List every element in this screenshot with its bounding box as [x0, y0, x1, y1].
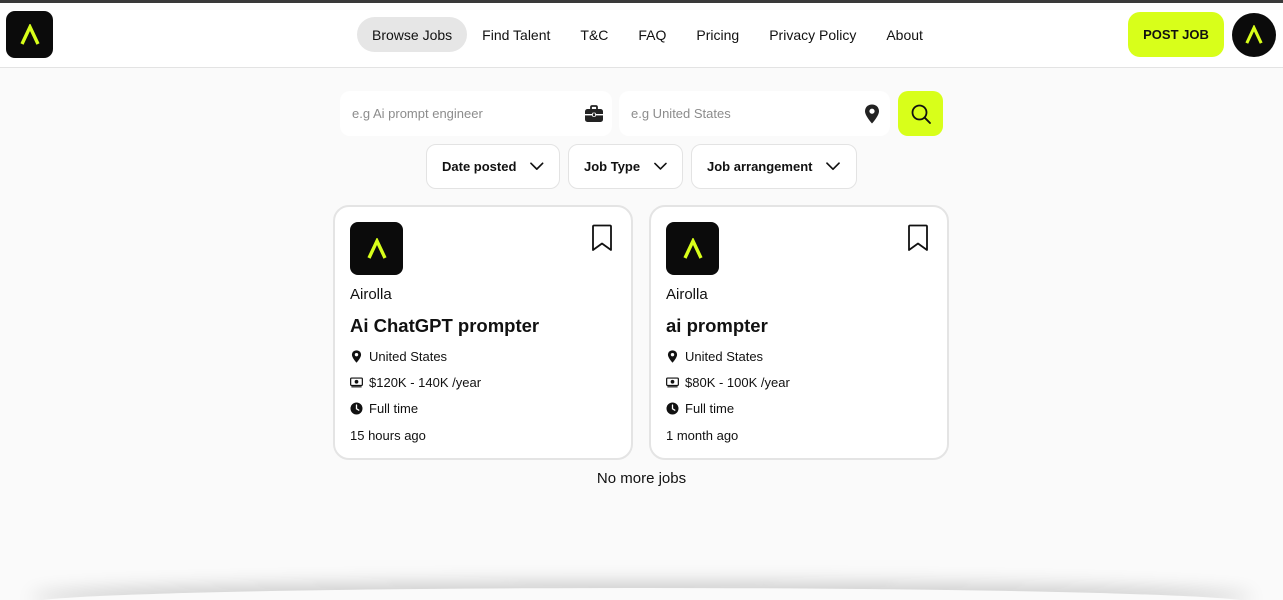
brand-mark-icon: [682, 237, 703, 259]
user-avatar[interactable]: [1232, 13, 1276, 57]
company-name: Airolla: [350, 286, 392, 303]
posted-time: 1 month ago: [666, 428, 739, 443]
chevron-down-icon: [530, 162, 544, 170]
job-type: Full time: [350, 401, 418, 416]
top-navbar: Browse Jobs Find Talent T&C FAQ Pricing …: [0, 3, 1283, 68]
job-salary: $80K - 100K /year: [666, 375, 790, 390]
brand-mark-icon: [366, 237, 387, 259]
job-location: United States: [350, 349, 447, 364]
nav-privacy-policy[interactable]: Privacy Policy: [754, 17, 871, 52]
job-title[interactable]: ai prompter: [666, 315, 768, 337]
avatar-brand-icon: [1245, 25, 1263, 44]
nav-pricing[interactable]: Pricing: [681, 17, 754, 52]
nav-find-talent[interactable]: Find Talent: [467, 17, 565, 52]
search-button[interactable]: [898, 91, 943, 136]
filter-date-posted[interactable]: Date posted: [426, 144, 560, 189]
nav-terms[interactable]: T&C: [565, 17, 623, 52]
chevron-down-icon: [654, 162, 667, 170]
briefcase-icon: [583, 103, 605, 125]
bookmark-icon[interactable]: [590, 224, 614, 252]
post-job-button[interactable]: POST JOB: [1128, 12, 1224, 57]
nav-browse-jobs[interactable]: Browse Jobs: [357, 17, 468, 52]
company-name: Airolla: [666, 286, 708, 303]
job-title[interactable]: Ai ChatGPT prompter: [350, 315, 539, 337]
job-location: United States: [666, 349, 763, 364]
brand-logo[interactable]: [6, 11, 53, 58]
bottom-shadow: [30, 588, 1253, 600]
end-of-list-message: No more jobs: [596, 470, 687, 487]
job-type: Full time: [666, 401, 734, 416]
chevron-down-icon: [826, 162, 841, 171]
job-card[interactable]: Airolla ai prompter United States $80K -…: [649, 205, 949, 460]
location-search-field: [619, 91, 890, 136]
location-pin-icon: [861, 103, 883, 125]
nav-faq[interactable]: FAQ: [623, 17, 681, 52]
money-icon: [666, 376, 679, 389]
location-pin-icon: [666, 350, 679, 363]
keyword-search-field: [340, 91, 612, 136]
location-input[interactable]: [619, 91, 861, 136]
money-icon: [350, 376, 363, 389]
clock-icon: [666, 402, 679, 415]
filter-label: Date posted: [442, 159, 517, 174]
brand-mark-icon: [19, 23, 40, 45]
bookmark-icon[interactable]: [906, 224, 930, 252]
clock-icon: [350, 402, 363, 415]
nav-about[interactable]: About: [871, 17, 938, 52]
filter-label: Job Type: [584, 159, 641, 174]
filter-label: Job arrangement: [707, 159, 813, 174]
company-logo: [350, 222, 403, 275]
main-nav: Browse Jobs Find Talent T&C FAQ Pricing …: [357, 17, 938, 52]
job-salary: $120K - 140K /year: [350, 375, 481, 390]
posted-time: 15 hours ago: [350, 428, 426, 443]
filter-job-arrangement[interactable]: Job arrangement: [691, 144, 857, 189]
keyword-input[interactable]: [340, 91, 583, 136]
job-card[interactable]: Airolla Ai ChatGPT prompter United State…: [333, 205, 633, 460]
location-pin-icon: [350, 350, 363, 363]
search-icon: [911, 104, 931, 124]
filter-job-type[interactable]: Job Type: [568, 144, 683, 189]
company-logo: [666, 222, 719, 275]
